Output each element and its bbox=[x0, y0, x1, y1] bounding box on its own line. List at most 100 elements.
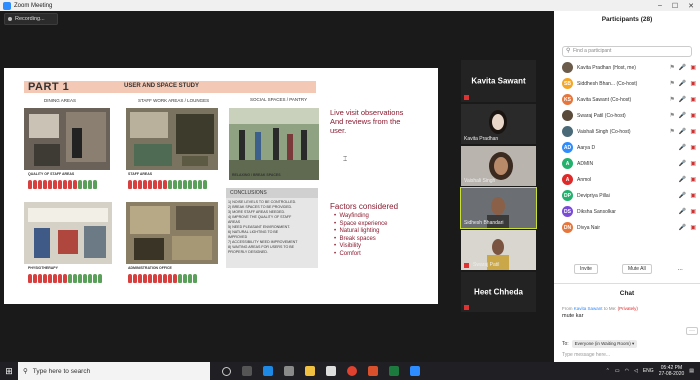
chat-sender[interactable]: Kavita Sawant bbox=[574, 306, 603, 311]
system-tray: ⌃ ▭ ◠ ◁ ENG 05:42 PM 27-08-2020 ▤ bbox=[606, 365, 700, 377]
avatar: SB bbox=[562, 78, 573, 89]
participant-name: Swaraj Patil bbox=[473, 262, 500, 268]
participant-row-name: Devipriya Pillai bbox=[577, 192, 610, 199]
participant-row[interactable]: DP Devipriya Pillai 🎤 ▣ bbox=[562, 188, 696, 203]
clock-date: 27-08-2020 bbox=[658, 371, 685, 377]
participant-row[interactable]: SB Siddhesh Bhan... (Co-host) ⚑ 🎤 ▣ bbox=[562, 76, 696, 91]
factors-title: Factors considered bbox=[330, 202, 399, 211]
wifi-icon[interactable]: ◠ bbox=[625, 368, 629, 374]
video-tile[interactable]: Kavita Sawant bbox=[461, 60, 536, 102]
excel-icon[interactable] bbox=[389, 366, 399, 376]
tray-chevron-icon[interactable]: ⌃ bbox=[606, 368, 610, 374]
minimize-button[interactable]: – bbox=[658, 2, 662, 10]
conclusions-list: 1) NOISE LEVELS TO BE CONTROLLED. 2) BRE… bbox=[228, 200, 318, 255]
invite-button[interactable]: Invite bbox=[574, 264, 598, 274]
chat-more-button[interactable]: ··· bbox=[686, 327, 698, 335]
participant-status: 🎤 ▣ bbox=[678, 225, 696, 231]
factor-label: Comfort bbox=[339, 250, 361, 257]
participant-status: ⚑ 🎤 ▣ bbox=[669, 81, 696, 87]
cortana-icon[interactable] bbox=[222, 366, 231, 376]
avatar bbox=[562, 110, 573, 121]
participant-row[interactable]: AD Aarya D 🎤 ▣ bbox=[562, 140, 696, 155]
occupancy-figures bbox=[28, 274, 102, 283]
conclusions-title: CONCLUSIONS bbox=[226, 188, 318, 198]
participant-status: 🎤 ▣ bbox=[678, 209, 696, 215]
zoom-taskbar-icon[interactable] bbox=[410, 366, 420, 376]
window-title: Zoom Meeting bbox=[14, 2, 53, 9]
language-indicator[interactable]: ENG bbox=[643, 368, 654, 374]
muted-mic-icon bbox=[464, 263, 469, 268]
edge-icon[interactable] bbox=[263, 366, 273, 376]
avatar bbox=[562, 126, 573, 137]
powerpoint-icon[interactable] bbox=[368, 366, 378, 376]
factor-item: • Break spaces bbox=[334, 235, 376, 242]
avatar: KS bbox=[562, 94, 573, 105]
muted-mic-icon bbox=[464, 305, 469, 310]
avatar: DP bbox=[562, 190, 573, 201]
chrome-icon[interactable] bbox=[347, 366, 357, 376]
battery-icon[interactable]: ▭ bbox=[615, 368, 620, 374]
participant-row[interactable]: DS Diksha Sansolkar 🎤 ▣ bbox=[562, 204, 696, 219]
participant-row[interactable]: Vaishali Singh (Co-host) ⚑ 🎤 ▣ bbox=[562, 124, 696, 139]
search-icon: ⚲ bbox=[23, 368, 28, 375]
video-tile[interactable]: Vaishali Singh bbox=[461, 146, 536, 186]
participant-status: ⚑ 🎤 ▣ bbox=[669, 97, 696, 103]
taskbar-search[interactable]: ⚲ Type here to search bbox=[18, 362, 210, 380]
video-tile[interactable]: Swaraj Patil bbox=[461, 230, 536, 270]
participant-row[interactable]: A ADMIN 🎤 ▣ bbox=[562, 156, 696, 171]
participant-status: 🎤 ▣ bbox=[678, 161, 696, 167]
participant-name: Sidhesh Bhandari bbox=[464, 220, 504, 226]
chat-recipient-select[interactable]: Everyone (in Waiting Room) ▾ bbox=[571, 340, 638, 348]
taskbar-apps bbox=[222, 366, 420, 376]
chat-private-tag: (Privately) bbox=[617, 306, 638, 311]
video-tile[interactable]: Heet Chheda bbox=[461, 272, 536, 312]
photo-caption: RELAXING / BREAK SPACES bbox=[232, 173, 281, 177]
factor-item: • Natural lighting bbox=[334, 228, 380, 234]
occupancy-figures bbox=[128, 274, 197, 283]
clock[interactable]: 05:42 PM 27-08-2020 bbox=[659, 365, 685, 377]
chat-title: Chat bbox=[619, 290, 635, 297]
section-label: STAFF WORK AREAS / LOUNGES bbox=[138, 98, 210, 103]
chat-recipient-label: to Me: bbox=[603, 306, 617, 311]
taskbar: ⊞ ⚲ Type here to search ⌃ ▭ ◠ ◁ ENG 05:4… bbox=[0, 362, 700, 380]
mute-all-button[interactable]: Mute All bbox=[621, 264, 652, 274]
participant-status: 🎤 ▣ bbox=[678, 193, 696, 199]
participant-status: ⚑ 🎤 ▣ bbox=[669, 113, 696, 119]
factor-label: Visibility bbox=[339, 243, 361, 249]
notifications-icon[interactable]: ▤ bbox=[689, 368, 694, 374]
participant-row-name: Siddhesh Bhan... (Co-host) bbox=[577, 80, 638, 87]
avatar: A bbox=[562, 158, 573, 169]
task-view-icon[interactable] bbox=[242, 366, 252, 376]
slide-part: PART 1 bbox=[28, 81, 70, 93]
participant-row-name: Kavita Pradhan (Host, me) bbox=[577, 64, 636, 71]
participant-row-name: Aarya D bbox=[577, 144, 596, 151]
mail-icon[interactable] bbox=[326, 366, 336, 376]
factors-list: • Wayfinding • Space experience • Natura… bbox=[334, 213, 387, 258]
participant-row[interactable]: A Anmol 🎤 ▣ bbox=[562, 172, 696, 187]
participants-title: Participants (28) bbox=[601, 16, 653, 23]
chat-input[interactable]: Type message here... bbox=[562, 352, 610, 358]
factor-label: Natural lighting bbox=[339, 228, 380, 234]
store-icon[interactable] bbox=[284, 366, 294, 376]
file-explorer-icon[interactable] bbox=[305, 366, 315, 376]
participant-row[interactable]: Swaraj Patil (Co-host) ⚑ 🎤 ▣ bbox=[562, 108, 696, 123]
participant-search-input[interactable]: Find a participant bbox=[562, 46, 692, 57]
recording-indicator[interactable]: Recording... bbox=[4, 13, 58, 25]
muted-mic-icon bbox=[464, 95, 469, 100]
side-panel: Participants (28) Find a participant Kav… bbox=[554, 11, 700, 369]
participant-row[interactable]: DN Divya Nair 🎤 ▣ bbox=[562, 220, 696, 235]
window-titlebar: Zoom Meeting – ☐ ✕ bbox=[0, 0, 700, 11]
start-button[interactable]: ⊞ bbox=[0, 362, 18, 380]
participant-row[interactable]: Kavita Pradhan (Host, me) ⚑ 🎤 ▣ bbox=[562, 60, 696, 75]
administration-office-photo bbox=[126, 202, 218, 264]
more-options-button[interactable]: ... bbox=[675, 264, 685, 274]
factor-label: Space experience bbox=[339, 220, 388, 227]
participant-row[interactable]: KS Kavita Sawant (Co-host) ⚑ 🎤 ▣ bbox=[562, 92, 696, 107]
video-tile-active-speaker[interactable]: Sidhesh Bhandari bbox=[460, 187, 537, 229]
participant-name: Heet Chheda bbox=[474, 287, 523, 297]
close-button[interactable]: ✕ bbox=[688, 2, 694, 10]
video-tile[interactable]: Kavita Pradhan bbox=[461, 104, 536, 144]
volume-icon[interactable]: ◁ bbox=[634, 368, 638, 374]
maximize-button[interactable]: ☐ bbox=[672, 2, 678, 10]
factor-item: • Wayfinding bbox=[334, 213, 369, 219]
